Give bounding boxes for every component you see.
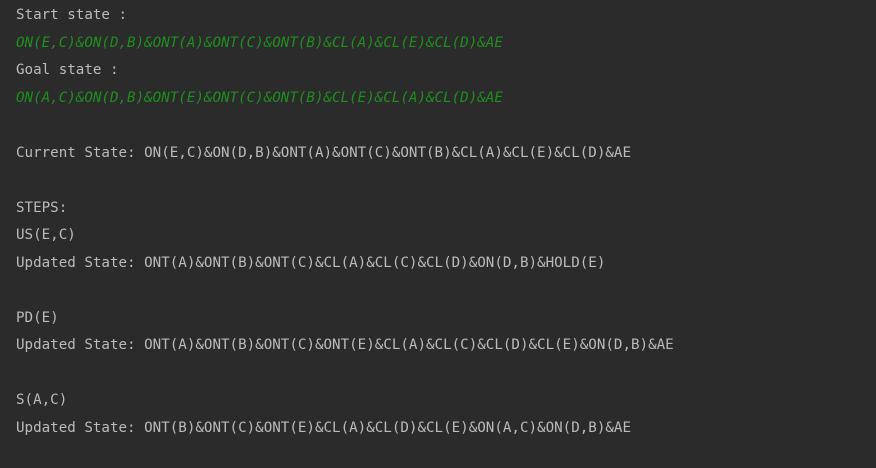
console-output[interactable]: Start state : ON(E,C)&ON(D,B)&ONT(A)&ONT…	[0, 0, 876, 468]
start-state-input: ON(E,C)&ON(D,B)&ONT(A)&ONT(C)&ONT(B)&CL(…	[16, 34, 503, 51]
goal-state-input: ON(A,C)&ON(D,B)&ONT(E)&ONT(C)&ONT(B)&CL(…	[16, 89, 503, 106]
goal-state-label: Goal state :	[16, 62, 119, 78]
steps-header: STEPS:	[16, 199, 68, 216]
updated-state-line: Updated State: ONT(B)&ONT(C)&ONT(E)&CL(A…	[16, 419, 631, 436]
current-state-line: Current State: ON(E,C)&ON(D,B)&ONT(A)&ON…	[16, 144, 631, 161]
start-state-label: Start state :	[16, 7, 128, 23]
step-action: US(E,C)	[16, 227, 76, 243]
updated-state-line: Updated State: ONT(A)&ONT(B)&ONT(C)&CL(A…	[16, 254, 606, 271]
updated-state-line: Updated State: ONT(A)&ONT(B)&ONT(C)&ONT(…	[16, 337, 674, 353]
step-action: S(A,C)	[16, 392, 68, 408]
step-action: PD(E)	[16, 309, 59, 326]
